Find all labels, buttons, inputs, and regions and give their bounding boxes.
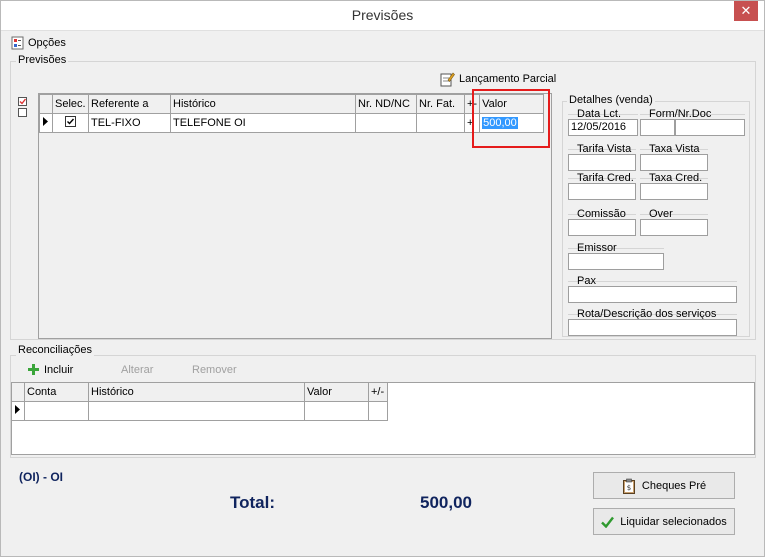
row-pointer	[39, 113, 53, 133]
tarifa-cred-input[interactable]	[568, 183, 636, 200]
total-value: 500,00	[420, 493, 472, 512]
previsoes-window: Previsões ✕ Opções Previsões Lançamento …	[0, 0, 765, 557]
cell-selec[interactable]	[52, 113, 89, 133]
cheques-pre-label: Cheques Pré	[641, 479, 707, 492]
taxa-cred-input[interactable]	[640, 183, 708, 200]
detalhes-group-label: Detalhes (venda)	[567, 94, 655, 106]
col-recon-sinal[interactable]: +/-	[368, 382, 388, 402]
col-recon-valor[interactable]: Valor	[304, 382, 369, 402]
lancamento-parcial-label: Lançamento Parcial	[459, 73, 557, 85]
over-input[interactable]	[640, 219, 708, 236]
lancamento-parcial-button[interactable]: Lançamento Parcial	[439, 71, 556, 87]
recon-row-pointer	[11, 401, 25, 421]
col-referente-a[interactable]: Referente a	[88, 94, 171, 114]
plus-icon	[28, 364, 39, 375]
reconciliacoes-grid[interactable]: Conta Histórico Valor +/-	[11, 382, 755, 455]
checkbox-checked-icon[interactable]	[65, 116, 76, 127]
menu-opcoes[interactable]: Opções	[11, 35, 66, 51]
row-indicator-header	[39, 94, 53, 114]
liquidar-label: Liquidar selecionados	[620, 515, 727, 528]
valor-highlight-box	[472, 89, 550, 148]
comissao-input[interactable]	[568, 219, 636, 236]
table-row[interactable]: TEL-FIXO TELEFONE OI + 500,00	[39, 113, 545, 133]
data-lct-input[interactable]: 12/05/2016	[568, 119, 638, 136]
window-title: Previsões	[351, 7, 414, 23]
cell-nr-fat[interactable]	[416, 113, 465, 133]
col-conta[interactable]: Conta	[24, 382, 89, 402]
tarifa-vista-input[interactable]	[568, 154, 636, 171]
reconciliacoes-group-label: Reconciliações	[16, 344, 94, 356]
col-selec[interactable]: Selec.	[52, 94, 89, 114]
clipboard-icon: $	[622, 478, 635, 494]
taxa-vista-input[interactable]	[640, 154, 708, 171]
edit-document-icon	[440, 72, 455, 87]
cell-recon-sinal[interactable]	[368, 401, 388, 421]
recon-header-row: Conta Histórico Valor +/-	[11, 382, 388, 402]
cell-referente-a[interactable]: TEL-FIXO	[88, 113, 171, 133]
pax-input[interactable]	[568, 286, 737, 303]
col-nr-nd-nc[interactable]: Nr. ND/NC	[355, 94, 417, 114]
total-label: Total:	[230, 493, 276, 512]
cell-recon-valor[interactable]	[304, 401, 369, 421]
cell-historico[interactable]: TELEFONE OI	[170, 113, 356, 133]
close-icon: ✕	[740, 3, 752, 18]
cell-recon-historico[interactable]	[88, 401, 305, 421]
title-bar[interactable]: Previsões ✕	[1, 1, 764, 31]
form-nr-doc-input[interactable]	[640, 119, 675, 136]
col-recon-historico[interactable]: Histórico	[88, 382, 305, 402]
table-row[interactable]	[11, 401, 388, 421]
emissor-input[interactable]	[568, 253, 664, 270]
col-historico[interactable]: Histórico	[170, 94, 356, 114]
svg-text:$: $	[627, 484, 631, 492]
check-all-icon[interactable]	[18, 97, 27, 106]
row-pointer-icon	[43, 117, 48, 126]
liquidar-selecionados-button[interactable]: Liquidar selecionados	[593, 508, 735, 535]
rota-input[interactable]	[568, 319, 737, 336]
uncheck-all-icon[interactable]	[18, 108, 27, 117]
grid-header-row: Selec. Referente a Histórico Nr. ND/NC N…	[39, 94, 545, 114]
checkmark-icon	[601, 516, 615, 528]
row-pointer-icon	[15, 405, 20, 414]
options-icon	[11, 36, 24, 50]
opcoes-menu-label: Opções	[28, 37, 66, 49]
remover-button[interactable]: Remover	[192, 364, 237, 376]
cheques-pre-button[interactable]: $ Cheques Pré	[593, 472, 735, 499]
nr-doc-input[interactable]	[675, 119, 745, 136]
previsoes-group-label: Previsões	[16, 54, 69, 66]
account-label: (OI) - OI	[19, 470, 63, 484]
recon-row-indicator-header	[11, 382, 25, 402]
cell-nr-nd-nc[interactable]	[355, 113, 417, 133]
col-nr-fat[interactable]: Nr. Fat.	[416, 94, 465, 114]
cell-conta[interactable]	[24, 401, 89, 421]
incluir-button[interactable]: Incluir	[27, 363, 73, 376]
close-button[interactable]: ✕	[734, 1, 758, 21]
alterar-button[interactable]: Alterar	[121, 364, 153, 376]
incluir-label: Incluir	[44, 363, 74, 376]
